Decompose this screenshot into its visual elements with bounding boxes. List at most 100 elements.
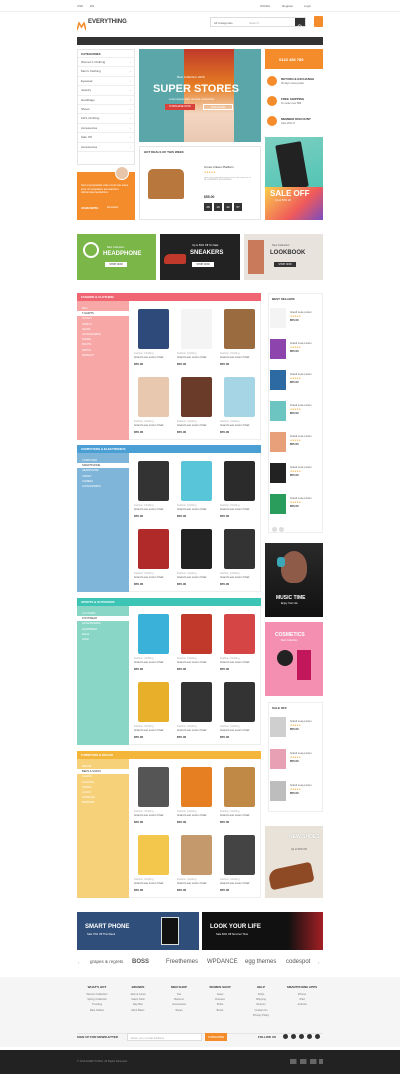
product-name[interactable]: Grand Luxe Lorem Chair [220,814,250,817]
login-link[interactable]: Login [304,4,311,8]
product-name[interactable]: Grand Luxe Lorem Chair [220,729,250,732]
product-card[interactable]: Fashion, Clothing Grand Luxe Lorem Chair… [177,763,216,827]
footer-link[interactable]: Best Sellers [77,1008,117,1013]
category-item[interactable]: Shoes [78,105,134,115]
best-seller-item[interactable]: Grand Luxe Lorem ★★★★★ $55.00 [268,460,323,488]
hero-secondary-button[interactable]: PURCHASE [203,104,233,110]
product-name[interactable]: Grand Luxe Lorem Chair [177,356,207,359]
product-image[interactable] [224,767,255,807]
product-name[interactable]: Grand Luxe Lorem Chair [177,814,207,817]
search-category-select[interactable]: All Categories [214,21,233,25]
cosmetics-banner[interactable]: COSMETICS Best Collection [265,622,323,696]
best-seller-item[interactable]: Grand Luxe Lorem ★★★★★ $55.00 [268,398,323,426]
product-card[interactable]: Fashion, Clothing Grand Luxe Lorem Chair… [177,305,216,369]
brand-logo[interactable]: BOSS [132,959,149,965]
sale-off-item[interactable]: Grand Luxe Lorem ★★★★★ $55.00 [268,746,323,774]
product-card[interactable]: Fashion, Clothing Grand Luxe Lorem Chair… [134,610,173,674]
product-card[interactable]: Fashion, Clothing Grand Luxe Lorem Chair… [134,373,173,437]
footer-link[interactable]: Mont Blanc [118,1008,158,1013]
product-name[interactable]: Grand Luxe Lorem Chair [220,882,250,885]
wishlist-link[interactable]: Wishlist [260,4,270,8]
product-card[interactable]: Fashion, Clothing Grand Luxe Lorem Chair… [134,763,173,827]
product-name[interactable]: Grand Luxe Lorem Chair [134,882,164,885]
product-card[interactable]: Fashion, Clothing Grand Luxe Lorem Chair… [134,831,173,895]
product-card[interactable]: Fashion, Clothing Grand Luxe Lorem Chair… [220,305,259,369]
category-item[interactable]: Accessories [78,124,134,134]
footer-link[interactable]: Boots [200,1008,240,1013]
hero-purchase-button[interactable]: PURCHASE NOW [165,104,195,110]
product-card[interactable]: Fashion, Clothing Grand Luxe Lorem Chair… [177,373,216,437]
twitter-icon[interactable] [291,1034,296,1039]
product-name[interactable]: Grand Luxe Lorem Chair [220,576,250,579]
product-card[interactable]: Fashion, Clothing Grand Luxe Lorem Chair… [177,457,216,521]
sale-off-image[interactable] [270,749,286,769]
product-card[interactable]: Fashion, Clothing Grand Luxe Lorem Chair… [220,610,259,674]
product-card[interactable]: Fashion, Clothing Grand Luxe Lorem Chair… [220,457,259,521]
footer-link[interactable]: Privacy Policy [241,1013,281,1018]
register-link[interactable]: Register [282,4,293,8]
product-name[interactable]: Grand Luxe Lorem Chair [134,508,164,511]
product-image[interactable] [181,377,212,417]
category-item[interactable]: Accessories [78,143,134,152]
product-name[interactable]: Grand Luxe Lorem Chair [177,576,207,579]
best-seller-name[interactable]: Grand Luxe Lorem [290,466,312,469]
sale-off-banner[interactable]: SALE OFF Up to 50% off [265,137,323,220]
smartphone-banner[interactable]: SMART PHONE Sale 70% Off This Week [77,912,199,950]
product-name[interactable]: Grand Luxe Lorem Chair [177,882,207,885]
best-seller-name[interactable]: Grand Luxe Lorem [290,373,312,376]
hero-slider[interactable]: Best Collection 2016 SUPER STORES Lorem … [139,49,261,142]
best-seller-image[interactable] [270,370,286,390]
deal-bag-image[interactable] [148,169,184,199]
best-seller-name[interactable]: Grand Luxe Lorem [290,404,312,407]
footer-link[interactable]: Android [282,1002,322,1007]
best-seller-name[interactable]: Grand Luxe Lorem [290,435,312,438]
best-seller-name[interactable]: Grand Luxe Lorem [290,342,312,345]
product-name[interactable]: Grand Luxe Lorem Chair [220,356,250,359]
brand-logo[interactable]: egg themes [245,959,276,965]
product-card[interactable]: Fashion, Clothing Grand Luxe Lorem Chair… [220,831,259,895]
category-item[interactable]: Sale Off [78,133,134,143]
sale-off-name[interactable]: Grand Luxe Lorem [290,752,312,755]
product-image[interactable] [138,461,169,501]
language-selector[interactable]: EN [90,4,94,8]
next-arrow-icon[interactable] [279,527,284,532]
product-image[interactable] [181,529,212,569]
deal-product-name[interactable]: Cross Unisex Platform [204,165,234,169]
newsletter-input[interactable]: Enter your email address [127,1033,202,1041]
product-name[interactable]: Grand Luxe Lorem Chair [134,729,164,732]
pinterest-icon[interactable] [299,1034,304,1039]
brand-logo[interactable]: codespot [286,959,310,965]
product-image[interactable] [138,835,169,875]
banner-sneakers[interactable]: Up to 50% Off On Sale SNEAKERS SHOP NOW [160,234,240,280]
product-image[interactable] [224,309,255,349]
best-seller-item[interactable]: Grand Luxe Lorem ★★★★★ $55.00 [268,305,323,333]
logo-text[interactable]: EVERYTHING [88,19,127,25]
product-card[interactable]: Fashion, Clothing Grand Luxe Lorem Chair… [134,525,173,589]
product-image[interactable] [224,614,255,654]
instagram-icon[interactable] [307,1034,312,1039]
new-shoes-banner[interactable]: NEW SHOES Up to 50% Off [265,826,323,898]
category-item[interactable]: Jewelry [78,86,134,96]
product-name[interactable]: Grand Luxe Lorem Chair [220,661,250,664]
product-image[interactable] [138,682,169,722]
submenu-item[interactable]: MIRRORS [77,800,129,805]
product-card[interactable]: Fashion, Clothing Grand Luxe Lorem Chair… [220,763,259,827]
banner-lookbook[interactable]: New Collection LOOKBOOK SHOP NOW [244,234,323,280]
sale-off-name[interactable]: Grand Luxe Lorem [290,720,312,723]
sale-off-image[interactable] [270,717,286,737]
product-card[interactable]: Fashion, Clothing Grand Luxe Lorem Chair… [177,525,216,589]
category-item[interactable]: Kid's Clothing [78,114,134,124]
category-item[interactable]: Men's Clothing [78,67,134,77]
product-card[interactable]: Fashion, Clothing Grand Luxe Lorem Chair… [177,831,216,895]
brand-logo[interactable]: WPDANCE [207,959,238,965]
cart-icon[interactable] [314,16,323,27]
prev-arrow-icon[interactable] [272,527,277,532]
product-card[interactable]: Fashion, Clothing Grand Luxe Lorem Chair… [220,678,259,742]
product-image[interactable] [181,835,212,875]
product-image[interactable] [181,614,212,654]
product-image[interactable] [181,682,212,722]
footer-link[interactable]: Shoes [159,1008,199,1013]
product-name[interactable]: Grand Luxe Lorem Chair [177,424,207,427]
category-item[interactable]: Handbags [78,96,134,105]
product-name[interactable]: Grand Luxe Lorem Chair [177,661,207,664]
